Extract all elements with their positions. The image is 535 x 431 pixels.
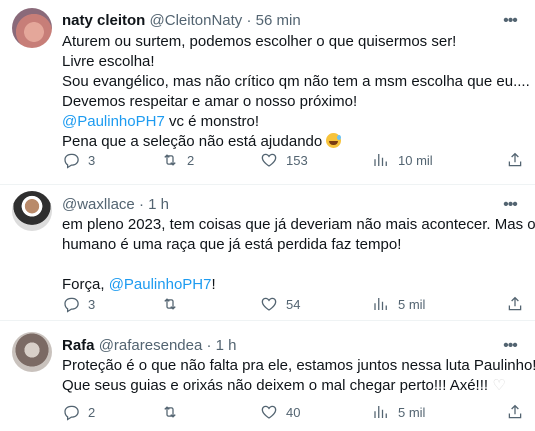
- avatar[interactable]: [12, 8, 52, 48]
- reply-count: 2: [88, 404, 96, 420]
- views-icon: [374, 406, 387, 418]
- tweet-header: Rafa @rafaresendea · 1 h: [62, 336, 237, 356]
- tweet-text-fragment: Pena que a seleção não está ajudando: [62, 133, 327, 150]
- views-icon: [374, 154, 387, 166]
- tweet-text: Aturem ou surtem, podemos escolher o que…: [62, 32, 530, 152]
- tweet-text-fragment: vc é monstro!: [164, 113, 259, 130]
- retweet-button[interactable]: [161, 402, 187, 422]
- avatar[interactable]: [12, 191, 52, 231]
- more-icon[interactable]: •••: [499, 195, 521, 215]
- like-button[interactable]: 153: [260, 150, 308, 170]
- like-count: 40: [286, 404, 301, 420]
- tweet-text-fragment: Que seus guias e orixás não deixem o mal…: [62, 377, 493, 394]
- tweet-line: Pena que a seleção não está ajudando: [62, 132, 515, 152]
- like-count: 54: [286, 296, 301, 312]
- tweet-line: Sou evangélico, mas não crítico qm não t…: [62, 73, 530, 90]
- username[interactable]: @waxllace: [62, 196, 135, 213]
- more-icon[interactable]: •••: [499, 336, 521, 356]
- display-name[interactable]: Rafa: [62, 337, 95, 354]
- views-icon: [374, 298, 387, 310]
- tweet-line: humano é uma raça que já está perdida fa…: [62, 236, 402, 253]
- reply-icon: [64, 297, 79, 313]
- tweet-text: em pleno 2023, tem coisas que já deveria…: [62, 215, 535, 295]
- tweet-line: Força, @PaulinhoPH7!: [62, 275, 515, 295]
- timestamp[interactable]: 1 h: [216, 337, 237, 354]
- tweet[interactable]: Rafa @rafaresendea · 1 h ••• Proteção é …: [0, 320, 535, 431]
- retweet-icon: [164, 154, 176, 166]
- username[interactable]: @CleitonNaty: [150, 12, 243, 29]
- tweet-text: Proteção é o que não falta pra ele, esta…: [62, 356, 535, 396]
- action-bar: 3 54 5 mil: [62, 294, 525, 314]
- timestamp[interactable]: 1 h: [148, 196, 169, 213]
- timestamp[interactable]: 56 min: [256, 12, 301, 29]
- tweet[interactable]: naty cleiton @CleitonNaty · 56 min ••• A…: [0, 0, 535, 185]
- more-icon[interactable]: •••: [499, 11, 521, 31]
- mention-link[interactable]: @PaulinhoPH7: [109, 276, 212, 293]
- heart-icon: [261, 297, 277, 311]
- views-button[interactable]: 5 mil: [372, 402, 425, 422]
- retweet-icon: [164, 298, 176, 310]
- tweet-line: @PaulinhoPH7 vc é monstro!: [62, 112, 515, 132]
- action-bar: 3 2 153 10 mil: [62, 150, 525, 170]
- share-button[interactable]: [506, 294, 524, 314]
- separator-dot: ·: [246, 12, 252, 29]
- views-count: 5 mil: [398, 404, 426, 420]
- username[interactable]: @rafaresendea: [99, 337, 203, 354]
- tweet-header: naty cleiton @CleitonNaty · 56 min: [62, 11, 301, 31]
- reply-count: 3: [88, 296, 96, 312]
- display-name[interactable]: naty cleiton: [62, 12, 145, 29]
- tweet-text-fragment: Força,: [62, 276, 109, 293]
- reply-button[interactable]: 2: [62, 402, 95, 422]
- tweet-header: @waxllace · 1 h: [62, 195, 169, 215]
- reply-icon: [64, 405, 79, 421]
- tweet-line: [62, 255, 515, 275]
- share-button[interactable]: [506, 150, 524, 170]
- reply-count: 3: [88, 152, 96, 168]
- tweet-line: Livre escolha!: [62, 53, 155, 70]
- tweet-text-fragment: !: [211, 276, 216, 293]
- separator-dot: ·: [138, 196, 144, 213]
- heart-icon: [261, 153, 277, 167]
- tweet-line: Devemos respeitar e amar o nosso próximo…: [62, 93, 358, 110]
- heart-icon: [261, 405, 277, 419]
- reply-button[interactable]: 3: [62, 150, 95, 170]
- like-button[interactable]: 40: [260, 402, 300, 422]
- retweet-button[interactable]: 2: [161, 150, 194, 170]
- retweet-count: 2: [187, 152, 195, 168]
- separator-dot: ·: [206, 337, 212, 354]
- share-icon: [508, 404, 522, 419]
- avatar[interactable]: [12, 332, 52, 372]
- share-button[interactable]: [506, 402, 524, 422]
- retweet-icon: [164, 406, 176, 418]
- views-count: 10 mil: [398, 152, 433, 168]
- white-heart-emoji-icon: ♡: [492, 377, 506, 394]
- reply-icon: [64, 153, 79, 169]
- tweet-line: Aturem ou surtem, podemos escolher o que…: [62, 33, 457, 50]
- mention-link[interactable]: @PaulinhoPH7: [62, 113, 165, 130]
- tweet-line: Proteção é o que não falta pra ele, esta…: [62, 357, 535, 374]
- sweat-smile-emoji-icon: [326, 133, 342, 148]
- views-count: 5 mil: [398, 296, 426, 312]
- action-bar: 2 40 5 mil: [62, 402, 525, 422]
- views-button[interactable]: 5 mil: [372, 294, 425, 314]
- tweet-line: Que seus guias e orixás não deixem o mal…: [62, 376, 515, 396]
- like-button[interactable]: 54: [260, 294, 300, 314]
- share-icon: [508, 296, 522, 311]
- tweet[interactable]: @waxllace · 1 h ••• em pleno 2023, tem c…: [0, 184, 535, 321]
- retweet-button[interactable]: [161, 294, 187, 314]
- reply-button[interactable]: 3: [62, 294, 95, 314]
- like-count: 153: [286, 152, 308, 168]
- views-button[interactable]: 10 mil: [372, 150, 433, 170]
- tweet-line: em pleno 2023, tem coisas que já deveria…: [62, 216, 535, 233]
- share-icon: [508, 152, 522, 167]
